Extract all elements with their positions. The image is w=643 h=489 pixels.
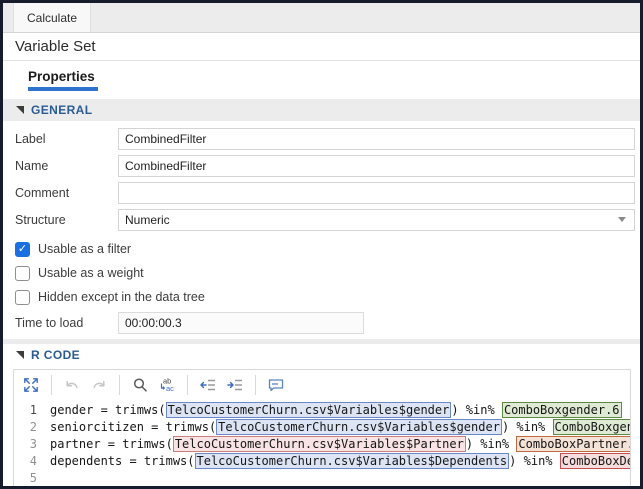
outdent-icon[interactable]: [198, 375, 218, 395]
code-line[interactable]: 1 gender = trimws(TelcoCustomerChurn.csv$…: [14, 402, 630, 419]
undo-icon[interactable]: [62, 375, 82, 395]
expand-icon[interactable]: [21, 375, 41, 395]
comment-field-label: Comment: [15, 185, 70, 200]
toolbar-separator: [51, 375, 52, 395]
name-input[interactable]: [118, 154, 635, 177]
highlighted-token: TelcoCustomerChurn.csv$Variables$gender: [165, 402, 452, 418]
highlighted-token: ComboBoxPartner.3: [516, 436, 630, 452]
collapse-triangle-icon: [16, 351, 24, 359]
label-input[interactable]: [118, 127, 635, 150]
svg-text:ac: ac: [166, 384, 174, 393]
code-text: seniorcitizen = trimws(TelcoCustomerChur…: [50, 419, 630, 436]
time-to-load-label: Time to load: [15, 315, 84, 330]
checkbox-group: ✓ Usable as a filter Usable as a weight …: [3, 235, 640, 309]
code-text: partner = trimws(TelcoCustomerChurn.csv$…: [50, 436, 630, 453]
time-to-load-value: 00:00:00.3: [118, 311, 364, 334]
page-title-row: Variable Set: [3, 33, 640, 61]
usable-as-filter-checkbox[interactable]: ✓: [15, 241, 30, 257]
checkbox-row-weight: Usable as a weight: [15, 261, 640, 285]
line-number: 2: [29, 420, 37, 434]
collapse-triangle-icon: [16, 106, 24, 114]
view-tabs: Properties: [3, 61, 640, 99]
structure-field-label: Structure: [15, 212, 66, 227]
tab-properties[interactable]: Properties: [28, 69, 98, 91]
hidden-in-data-tree-checkbox[interactable]: [15, 289, 30, 305]
general-form: Label Name Comment Structure Numeric: [3, 121, 640, 235]
structure-dropdown[interactable]: Numeric: [118, 208, 635, 231]
editor-toolbar: ab ac: [14, 370, 630, 400]
label-field-label: Label: [15, 131, 46, 146]
structure-dropdown-value: Numeric: [125, 212, 170, 227]
indent-icon[interactable]: [225, 375, 245, 395]
usable-as-weight-label: Usable as a weight: [38, 266, 144, 280]
code-line[interactable]: 4 dependents = trimws(TelcoCustomerChurn.…: [14, 453, 630, 470]
tab-calculate[interactable]: Calculate: [13, 3, 92, 32]
toolbar-separator: [119, 375, 120, 395]
highlighted-token: ComboBoxgender.6: [552, 419, 630, 435]
line-number: 4: [29, 454, 37, 468]
code-area[interactable]: 1 gender = trimws(TelcoCustomerChurn.csv$…: [14, 400, 630, 486]
line-number: 5: [29, 471, 37, 485]
highlighted-token: ComboBoxgender.6: [501, 402, 622, 418]
line-number: 3: [29, 437, 37, 451]
highlighted-token: ComboBoxDependents.2: [559, 453, 630, 469]
form-row-name: Name: [3, 152, 635, 179]
usable-as-filter-label: Usable as a filter: [38, 242, 132, 256]
rcode-section-title: R CODE: [31, 348, 81, 362]
line-number: 1: [29, 403, 37, 417]
highlighted-token: TelcoCustomerChurn.csv$Variables$Partner: [172, 436, 466, 452]
time-to-load-row: Time to load 00:00:00.3: [3, 309, 640, 336]
rcode-section-header[interactable]: R CODE: [3, 344, 640, 366]
r-code-editor: ab ac 1 gender = trimws(TelcoCustomerCh…: [13, 369, 631, 486]
variable-set-window: Calculate Variable Set Properties GENERA…: [0, 0, 643, 489]
toolbar-separator: [255, 375, 256, 395]
hidden-in-data-tree-label: Hidden except in the data tree: [38, 290, 205, 304]
form-row-label: Label: [3, 125, 635, 152]
general-section-header[interactable]: GENERAL: [3, 99, 640, 121]
comment-input[interactable]: [118, 181, 635, 204]
chevron-down-icon: [618, 217, 626, 222]
general-section-title: GENERAL: [31, 103, 93, 117]
name-field-label: Name: [15, 158, 49, 173]
usable-as-weight-checkbox[interactable]: [15, 265, 30, 281]
checkbox-row-filter: ✓ Usable as a filter: [15, 237, 640, 261]
form-row-structure: Structure Numeric: [3, 206, 635, 233]
comment-icon[interactable]: [266, 375, 286, 395]
top-tab-bar: Calculate: [3, 3, 640, 33]
page-title: Variable Set: [15, 38, 96, 55]
tab-calculate-label: Calculate: [27, 10, 78, 25]
checkbox-row-hidden: Hidden except in the data tree: [15, 285, 640, 309]
code-line[interactable]: 5: [14, 470, 630, 486]
code-line[interactable]: 3 partner = trimws(TelcoCustomerChurn.csv…: [14, 436, 630, 453]
highlighted-token: TelcoCustomerChurn.csv$Variables$gender: [216, 419, 502, 435]
replace-icon[interactable]: ab ac: [157, 375, 177, 395]
form-row-comment: Comment: [3, 179, 635, 206]
code-text: gender = trimws(TelcoCustomerChurn.csv$V…: [50, 402, 622, 418]
code-text: dependents = trimws(TelcoCustomerChurn.c…: [50, 453, 630, 470]
highlighted-token: TelcoCustomerChurn.csv$Variables$Depende…: [194, 453, 510, 469]
search-icon[interactable]: [130, 375, 150, 395]
toolbar-separator: [187, 375, 188, 395]
code-line[interactable]: 2 seniorcitizen = trimws(TelcoCustomerChu…: [14, 419, 630, 436]
redo-icon[interactable]: [89, 375, 109, 395]
